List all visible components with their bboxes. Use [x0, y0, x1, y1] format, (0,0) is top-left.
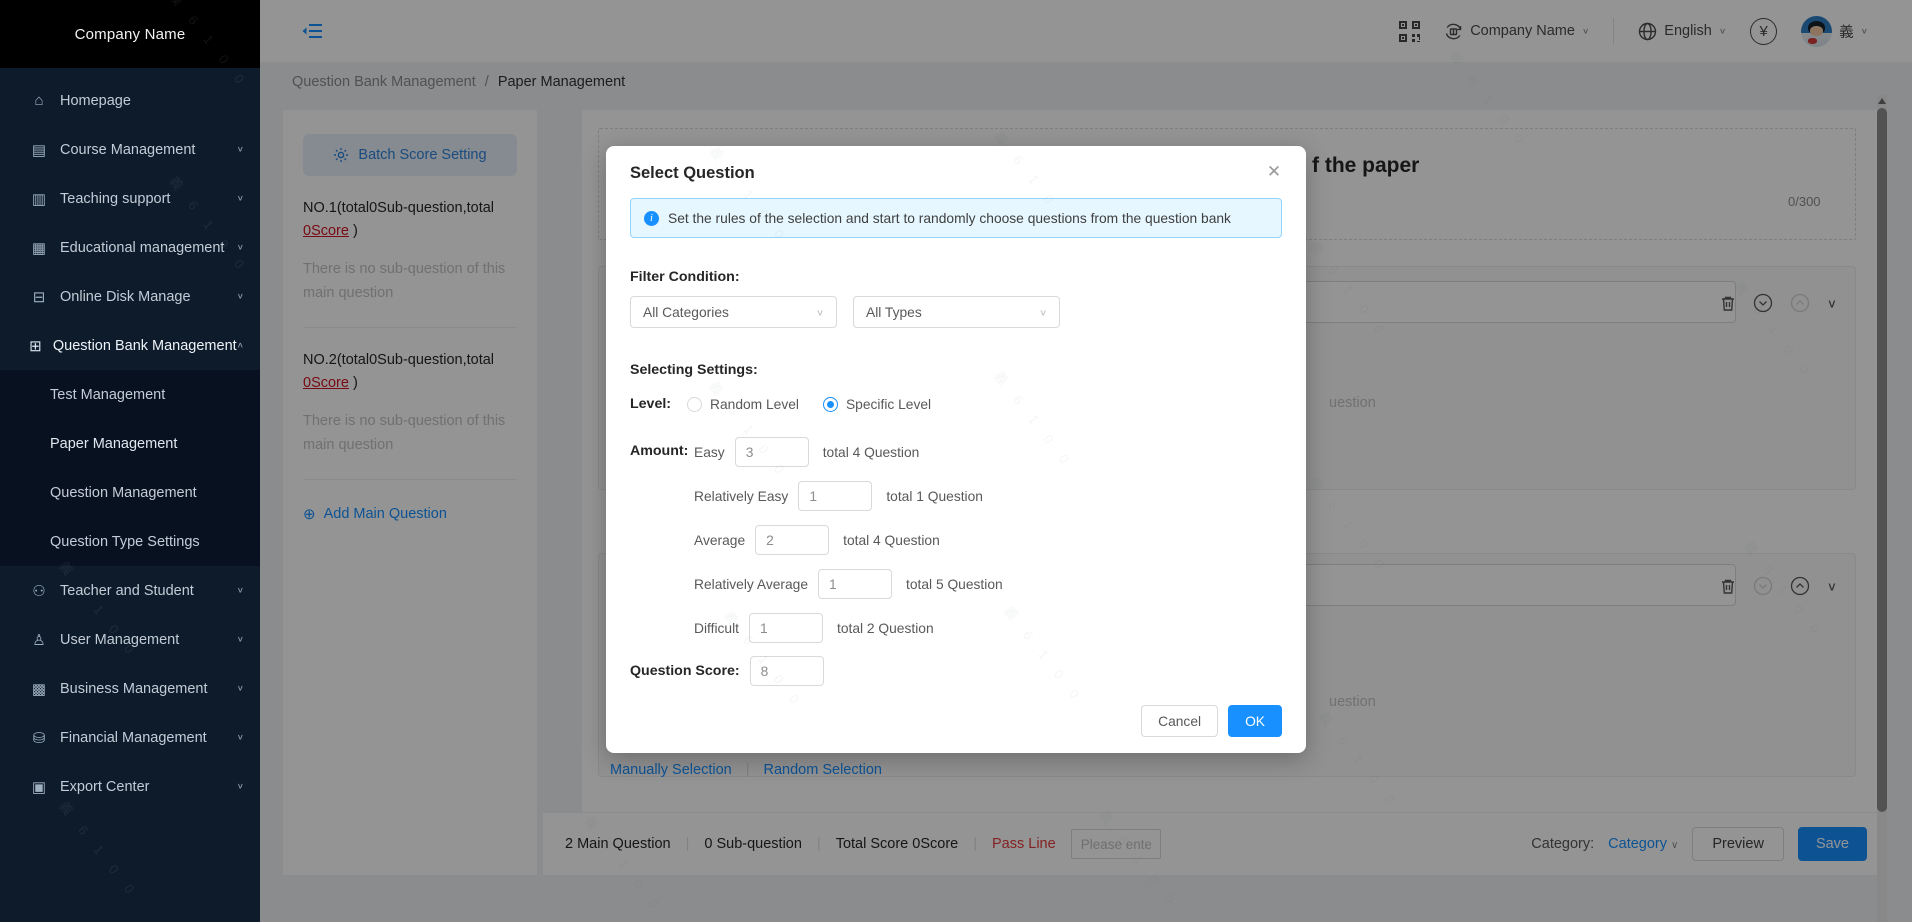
type-filter-select[interactable]: All Types ∨ — [853, 296, 1060, 328]
question-score-input[interactable] — [750, 656, 824, 686]
amount-input-relatively-easy[interactable] — [798, 481, 872, 511]
app-root: Company Name ⌂Homepage▤Course Management… — [0, 0, 1912, 922]
chevron-down-icon: ∨ — [237, 243, 244, 252]
sidebar-item-educational-management[interactable]: ▦Educational management∨ — [0, 223, 260, 272]
amount-row-relatively-average: Relatively Averagetotal 5 Question — [694, 562, 1003, 606]
amount-row-difficult: Difficulttotal 2 Question — [694, 606, 1003, 650]
category-filter-select[interactable]: All Categories ∨ — [630, 296, 837, 328]
chevron-down-icon: ∨ — [237, 194, 244, 203]
total-text: total 4 Question — [823, 445, 920, 460]
chevron-down-icon: ∨ — [237, 145, 244, 154]
sidebar-item-export-center[interactable]: ▣Export Center∨ — [0, 762, 260, 811]
business-icon: ▩ — [28, 680, 50, 698]
radio-specific-level[interactable]: Specific Level — [823, 397, 931, 412]
sidebar-item-teaching-support[interactable]: ▥Teaching support∨ — [0, 174, 260, 223]
total-text: total 5 Question — [906, 577, 1003, 592]
chevron-down-icon: ∨ — [237, 635, 244, 644]
question-score-row: Question Score: — [630, 656, 824, 686]
financial-icon: ⛁ — [28, 729, 50, 747]
total-text: total 1 Question — [886, 489, 983, 504]
amount-row-average: Averagetotal 4 Question — [694, 518, 1003, 562]
chevron-down-icon: ∨ — [237, 292, 244, 301]
sidebar-submenu: Test ManagementPaper ManagementQuestion … — [0, 370, 260, 566]
export-icon: ▣ — [28, 778, 50, 796]
sidebar-item-teacher-and-student[interactable]: ⚇Teacher and Student∨ — [0, 566, 260, 615]
teaching-icon: ▥ — [28, 190, 50, 208]
amount-row-relatively-easy: Relatively Easytotal 1 Question — [694, 474, 1003, 518]
sidebar-subitem-paper-management[interactable]: Paper Management — [0, 419, 260, 468]
select-question-modal: Select Question ✕ i Set the rules of the… — [606, 146, 1306, 753]
radio-icon — [687, 397, 702, 412]
company-logo: Company Name — [0, 0, 260, 68]
radio-icon-checked — [823, 397, 838, 412]
question-score-label: Question Score: — [630, 663, 740, 679]
sidebar-item-user-management[interactable]: ♙User Management∨ — [0, 615, 260, 664]
amount-input-average[interactable] — [755, 525, 829, 555]
online-disk-icon: ⊟ — [28, 288, 50, 306]
sidebar-item-course-management[interactable]: ▤Course Management∨ — [0, 125, 260, 174]
chevron-down-icon: ∨ — [816, 307, 824, 317]
educational-icon: ▦ — [28, 239, 50, 257]
total-text: total 2 Question — [837, 621, 934, 636]
level-row: Level: Random Level Specific Level — [630, 396, 955, 412]
course-icon: ▤ — [28, 141, 50, 159]
teacher-student-icon: ⚇ — [28, 582, 50, 600]
home-icon: ⌂ — [28, 92, 50, 109]
user-icon: ♙ — [28, 631, 50, 649]
amount-row-easy: Easytotal 4 Question — [694, 430, 1003, 474]
question-bank-icon: ⊞ — [28, 337, 43, 355]
chevron-down-icon: ∨ — [1039, 307, 1047, 317]
filter-condition-label: Filter Condition: — [630, 269, 740, 285]
sidebar-item-homepage[interactable]: ⌂Homepage — [0, 76, 260, 125]
modal-actions: Cancel OK — [1141, 705, 1282, 737]
total-text: total 4 Question — [843, 533, 940, 548]
sidebar: Company Name ⌂Homepage▤Course Management… — [0, 0, 260, 922]
sidebar-menu: ⌂Homepage▤Course Management∨▥Teaching su… — [0, 68, 260, 811]
level-label: Level: — [630, 396, 671, 412]
amount-input-easy[interactable] — [735, 437, 809, 467]
chevron-down-icon: ∨ — [237, 586, 244, 595]
filter-selects: All Categories ∨ All Types ∨ — [630, 296, 1060, 328]
close-icon[interactable]: ✕ — [1262, 160, 1286, 184]
chevron-down-icon: ∨ — [237, 733, 244, 742]
info-icon: i — [644, 211, 659, 226]
amount-input-difficult[interactable] — [749, 613, 823, 643]
sidebar-item-financial-management[interactable]: ⛁Financial Management∨ — [0, 713, 260, 762]
chevron-down-icon: ∨ — [237, 782, 244, 791]
chevron-up-icon: ∧ — [237, 341, 244, 350]
radio-random-level[interactable]: Random Level — [687, 397, 799, 412]
sidebar-item-online-disk-manage[interactable]: ⊟Online Disk Manage∨ — [0, 272, 260, 321]
sidebar-subitem-question-management[interactable]: Question Management — [0, 468, 260, 517]
info-text: Set the rules of the selection and start… — [668, 211, 1231, 226]
sidebar-subitem-test-management[interactable]: Test Management — [0, 370, 260, 419]
ok-button[interactable]: OK — [1228, 705, 1282, 737]
selecting-settings-label: Selecting Settings: — [630, 362, 758, 378]
amount-label: Amount: — [630, 443, 688, 459]
amount-rows: Easytotal 4 QuestionRelatively Easytotal… — [694, 430, 1003, 650]
sidebar-item-business-management[interactable]: ▩Business Management∨ — [0, 664, 260, 713]
chevron-down-icon: ∨ — [237, 684, 244, 693]
sidebar-item-question-bank-management[interactable]: ⊞Question Bank Management∧ — [0, 321, 260, 370]
modal-title: Select Question — [630, 164, 755, 183]
cancel-button[interactable]: Cancel — [1141, 705, 1218, 737]
info-banner: i Set the rules of the selection and sta… — [630, 198, 1282, 238]
sidebar-subitem-question-type-settings[interactable]: Question Type Settings — [0, 517, 260, 566]
amount-input-relatively-average[interactable] — [818, 569, 892, 599]
